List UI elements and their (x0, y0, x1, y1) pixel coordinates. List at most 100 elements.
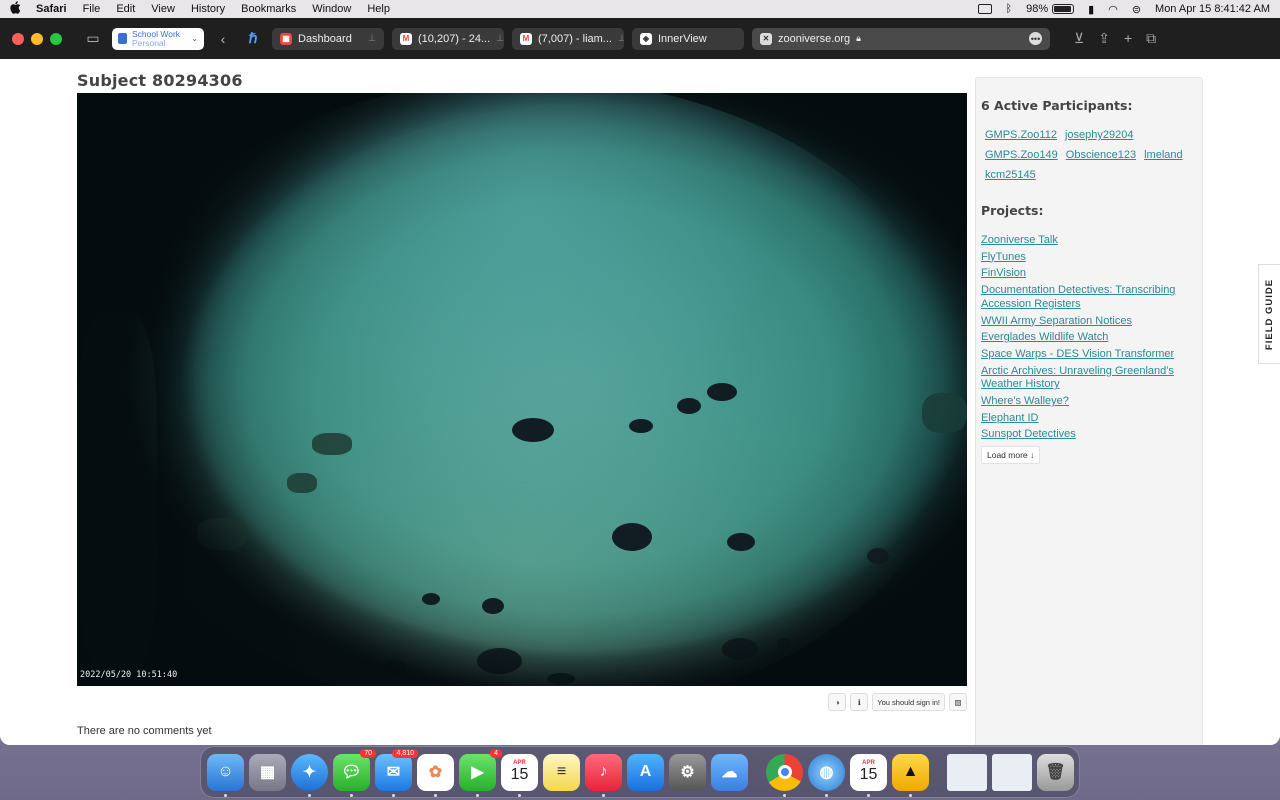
dock: ☺ ▦ ✦ 💬︎ 70 ✉ 4,810 ✿ ▶ 4 APR 15 ≡ ♪ A ⚙ ☁ … (200, 746, 1080, 798)
facetime-icon[interactable]: ▶ 4 (459, 748, 502, 797)
project-link[interactable]: Documentation Detectives: Transcribing A… (981, 284, 1197, 311)
menu-window[interactable]: Window (312, 3, 351, 15)
project-link[interactable]: Elephant ID (981, 412, 1197, 426)
pin-icon: ⊥ (368, 33, 376, 43)
address-text[interactable]: zooniverse.org (778, 33, 850, 45)
tab-overview-icon[interactable]: ⧉ (1146, 30, 1156, 47)
running-dot (867, 793, 870, 797)
user-icon[interactable]: ▮ (1088, 3, 1094, 16)
menu-help[interactable]: Help (367, 3, 390, 15)
mail-icon[interactable]: ✉ 4,810 (375, 748, 418, 797)
battery-status[interactable]: 98% (1026, 3, 1075, 15)
participant-link[interactable]: Obscience123 (1066, 149, 1136, 161)
participant-link[interactable]: kcm25145 (985, 169, 1036, 181)
calendar-icon[interactable]: APR 15 (501, 753, 538, 797)
project-link[interactable]: FinVision (981, 267, 1197, 281)
app-store-icon[interactable]: A (627, 753, 664, 791)
running-dot (392, 793, 395, 797)
running-dot (825, 793, 828, 797)
battery-percent: 98% (1026, 3, 1049, 15)
running-dot (350, 793, 353, 797)
menu-bar: Safari File Edit View History Bookmarks … (0, 0, 1280, 18)
control-center-icon[interactable]: ⊜ (1132, 3, 1141, 16)
field-guide-label: FIELD GUIDE (1264, 278, 1276, 350)
project-link[interactable]: Arctic Archives: Unraveling Greenland's … (981, 365, 1197, 392)
running-dot (434, 793, 437, 797)
menu-bookmarks[interactable]: Bookmarks (241, 3, 296, 15)
project-link[interactable]: Everglades Wildlife Watch (981, 331, 1197, 345)
vectorworks-icon[interactable]: ▲ (892, 753, 929, 797)
wifi-icon[interactable]: ◠ (1108, 3, 1118, 16)
participants-heading: 6 Active Participants: (981, 98, 1133, 113)
bluetooth-icon[interactable]: ᛒ (1006, 3, 1013, 15)
project-link[interactable]: Space Warps - DES Vision Transformer (981, 348, 1197, 362)
more-options-icon[interactable]: ••• (1029, 32, 1042, 45)
music-icon[interactable]: ♪ (585, 753, 622, 797)
new-tab-icon[interactable]: + (1124, 30, 1132, 47)
project-link[interactable]: Zooniverse Talk (981, 234, 1197, 248)
notes-icon[interactable]: ≡ (543, 753, 580, 791)
trash-icon[interactable]: 🗑︎ (1037, 753, 1074, 791)
participant-link[interactable]: lmeland (1144, 149, 1183, 161)
metadata-info-button[interactable]: ℹ (850, 693, 869, 711)
close-tab-icon[interactable]: ✕ (760, 32, 772, 45)
back-icon[interactable]: ‹ (212, 28, 234, 50)
menu-clock[interactable]: Mon Apr 15 8:41:42 AM (1155, 3, 1270, 15)
subject-image[interactable]: 2022/05/20 10:51:40 (77, 93, 967, 686)
menu-history[interactable]: History (191, 3, 225, 15)
system-settings-icon[interactable]: ⚙ (669, 753, 706, 791)
load-more-label: Load more (987, 450, 1028, 461)
display-icon[interactable] (977, 4, 992, 14)
project-link[interactable]: Sunspot Detectives (981, 428, 1197, 442)
finder-icon[interactable]: ☺ (207, 753, 244, 797)
messages-icon[interactable]: 💬︎ 70 (333, 748, 376, 797)
profile-switcher[interactable]: School Work Personal ⌄ (112, 27, 204, 50)
field-guide-tab[interactable]: FIELD GUIDE (1258, 264, 1280, 364)
apple-menu-icon[interactable] (10, 1, 22, 17)
browser-window: ▭ School Work Personal ⌄ ‹ ℏ ▦ Dashboard… (0, 18, 1280, 745)
calendar-icon-2[interactable]: APR 15 (850, 753, 887, 797)
gmail-favicon-icon: M (400, 32, 412, 45)
menu-file[interactable]: File (83, 3, 101, 15)
extension-icon[interactable]: ℏ (242, 28, 264, 50)
tab-zooniverse-address[interactable]: ✕ zooniverse.org 🔒︎ ••• (752, 27, 1050, 50)
window-thumbnail-icon[interactable] (947, 753, 987, 791)
window-thumbnail-icon[interactable] (992, 753, 1032, 791)
participant-link[interactable]: GMPS.Zoo149 (985, 149, 1058, 161)
tab-innerview[interactable]: ◈ InnerView (632, 27, 744, 50)
chrome-icon[interactable] (766, 753, 803, 797)
image-icon[interactable]: ▨ (949, 693, 967, 711)
project-link[interactable]: WWII Army Separation Notices (981, 315, 1197, 329)
load-more-button[interactable]: Load more ↓ (981, 446, 1041, 465)
close-window-button[interactable] (12, 32, 24, 45)
gmail-favicon-icon: M (520, 32, 532, 45)
menu-app-name[interactable]: Safari (36, 3, 67, 15)
weather-icon[interactable]: ☁ (711, 753, 748, 791)
share-icon[interactable]: ⇪ (1098, 30, 1110, 47)
lock-icon: 🔒︎ (856, 33, 861, 43)
zoom-window-button[interactable] (50, 32, 62, 45)
tab-gmail-1[interactable]: M (10,207) - 24... ⊥ (392, 27, 504, 50)
menu-view[interactable]: View (151, 3, 175, 15)
launchpad-icon[interactable]: ▦ (249, 753, 286, 791)
sidebar-toggle-icon[interactable]: ▭ (82, 28, 104, 50)
image-timestamp: 2022/05/20 10:51:40 (80, 670, 178, 680)
downloads-icon[interactable]: ⊻ (1074, 30, 1084, 47)
menu-edit[interactable]: Edit (116, 3, 135, 15)
talk-sidebar: 6 Active Participants: GMPS.Zoo112 josep… (975, 77, 1203, 745)
photos-icon[interactable]: ✿ (417, 753, 454, 797)
tab-dashboard[interactable]: ▦ Dashboard ⊥ (272, 27, 384, 50)
running-dot (909, 793, 912, 797)
chevron-down-icon: ⌄ (191, 34, 198, 43)
project-link[interactable]: Where's Walleye? (981, 395, 1197, 409)
sign-in-collect-button[interactable]: You should sign in! (872, 693, 945, 711)
minimize-window-button[interactable] (31, 32, 43, 45)
tab-gmail-2[interactable]: M (7,007) - liam... ⊥ (512, 27, 624, 50)
globe-app-icon[interactable]: ◍ (808, 753, 845, 797)
project-link[interactable]: FlyTunes (981, 251, 1197, 265)
invert-colors-button[interactable]: ◑ (828, 693, 847, 711)
participant-link[interactable]: GMPS.Zoo112 (985, 129, 1057, 141)
messages-badge: 70 (360, 748, 376, 758)
safari-icon[interactable]: ✦ (291, 753, 328, 797)
participant-link[interactable]: josephy29204 (1065, 129, 1134, 141)
